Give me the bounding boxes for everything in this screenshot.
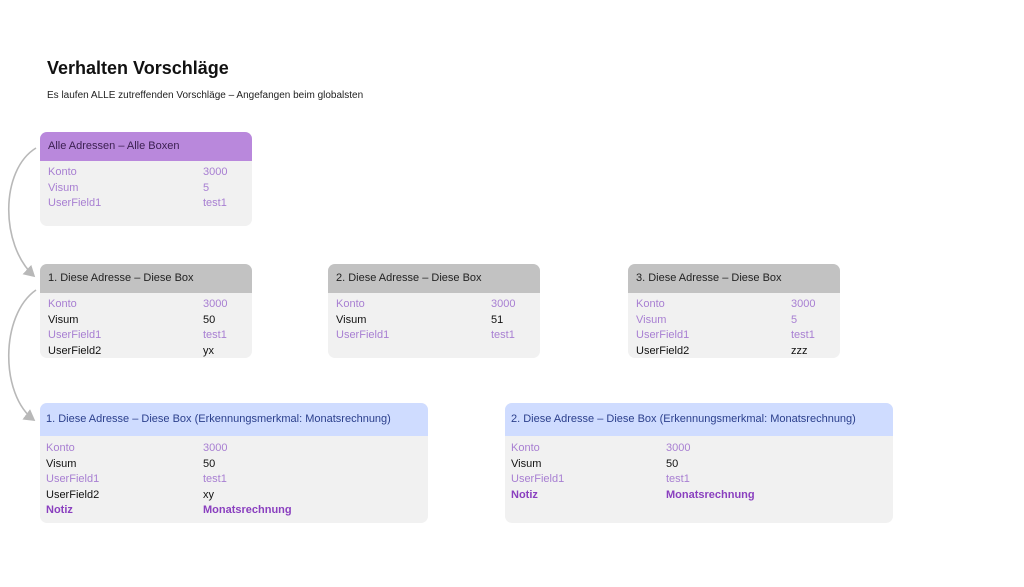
table-row: Visum 50 bbox=[46, 457, 428, 473]
table-row: UserField1 test1 bbox=[511, 472, 893, 488]
field-key: Visum bbox=[48, 181, 79, 194]
table-row: UserField1 test1 bbox=[636, 328, 840, 344]
field-value: test1 bbox=[666, 473, 690, 485]
field-key: Konto bbox=[511, 442, 540, 454]
field-key: Konto bbox=[48, 166, 77, 178]
field-value: yx bbox=[203, 344, 214, 357]
table-row: Konto 3000 bbox=[46, 441, 428, 457]
box-all-addresses: Alle Adressen – Alle Boxen Konto 3000 Vis… bbox=[40, 132, 252, 226]
table-row: Visum 50 bbox=[48, 313, 252, 329]
field-key: Konto bbox=[636, 298, 665, 310]
box-address-3: 3. Diese Adresse – Diese Box Konto 3000 V… bbox=[628, 264, 840, 358]
table-row: Konto 3000 bbox=[48, 165, 252, 181]
field-value: 50 bbox=[203, 313, 216, 326]
box-feature-2: 2. Diese Adresse – Diese Box (Erkennungs… bbox=[505, 403, 893, 523]
field-value: Monatsrechnung bbox=[666, 488, 755, 501]
box-header: 3. Diese Adresse – Diese Box bbox=[628, 264, 840, 293]
field-value: 5 bbox=[203, 181, 210, 194]
arrow-box1-to-feature1 bbox=[8, 289, 37, 421]
field-key: Visum bbox=[636, 313, 667, 326]
table-row: Visum 51 bbox=[336, 313, 540, 329]
field-key: Visum bbox=[46, 457, 77, 470]
table-row: Visum 5 bbox=[636, 313, 840, 329]
field-value: test1 bbox=[791, 329, 815, 341]
field-key: Notiz bbox=[511, 488, 538, 501]
field-value: 3000 bbox=[791, 298, 816, 310]
field-value: 51 bbox=[491, 313, 504, 326]
field-value: zzz bbox=[791, 344, 808, 357]
table-row: Visum 50 bbox=[511, 457, 893, 473]
field-value: 3000 bbox=[666, 442, 691, 454]
field-value: test1 bbox=[203, 329, 227, 341]
field-key: UserField1 bbox=[46, 473, 100, 485]
table-row: Visum 5 bbox=[48, 181, 252, 197]
field-key: UserField1 bbox=[636, 329, 690, 341]
field-key: Visum bbox=[336, 313, 367, 326]
table-row: UserField1 test1 bbox=[48, 328, 252, 344]
box-header: 1. Diese Adresse – Diese Box bbox=[40, 264, 252, 293]
field-key: UserField1 bbox=[511, 473, 565, 485]
table-row: Konto 3000 bbox=[511, 441, 893, 457]
field-value: 5 bbox=[791, 313, 798, 326]
table-row: Notiz Monatsrechnung bbox=[511, 488, 893, 504]
box-address-1: 1. Diese Adresse – Diese Box Konto 3000 V… bbox=[40, 264, 252, 358]
table-row: UserField2 xy bbox=[46, 488, 428, 504]
arrow-global-to-box1 bbox=[8, 147, 37, 278]
box-header: 1. Diese Adresse – Diese Box (Erkennungs… bbox=[40, 403, 428, 436]
field-key: Konto bbox=[46, 442, 75, 454]
table-row: Konto 3000 bbox=[336, 297, 540, 313]
field-value: 50 bbox=[666, 457, 679, 470]
field-key: Visum bbox=[48, 313, 79, 326]
field-value: 50 bbox=[203, 457, 216, 470]
box-address-2: 2. Diese Adresse – Diese Box Konto 3000 V… bbox=[328, 264, 540, 358]
field-value: Monatsrechnung bbox=[203, 504, 292, 516]
table-row: Notiz Monatsrechnung bbox=[46, 503, 428, 519]
field-value: 3000 bbox=[203, 166, 228, 178]
box-feature-1: 1. Diese Adresse – Diese Box (Erkennungs… bbox=[40, 403, 428, 523]
field-value: test1 bbox=[491, 329, 515, 341]
field-key: UserField2 bbox=[48, 344, 102, 357]
field-value: test1 bbox=[203, 197, 227, 209]
field-key: Visum bbox=[511, 457, 542, 470]
table-row: UserField1 test1 bbox=[48, 196, 252, 212]
field-key: Konto bbox=[336, 298, 365, 310]
field-key: UserField2 bbox=[636, 344, 690, 357]
field-key: Konto bbox=[48, 298, 77, 310]
field-value: 3000 bbox=[203, 442, 228, 454]
field-value: test1 bbox=[203, 473, 227, 485]
field-key: Notiz bbox=[46, 504, 73, 516]
box-header: Alle Adressen – Alle Boxen bbox=[40, 132, 252, 161]
field-key: UserField1 bbox=[336, 329, 390, 341]
field-value: 3000 bbox=[203, 298, 228, 310]
box-header: 2. Diese Adresse – Diese Box (Erkennungs… bbox=[505, 403, 893, 436]
field-value: 3000 bbox=[491, 298, 516, 310]
field-value: xy bbox=[203, 488, 214, 501]
field-key: UserField1 bbox=[48, 197, 102, 209]
table-row: Konto 3000 bbox=[636, 297, 840, 313]
table-row: UserField2 yx bbox=[48, 344, 252, 359]
table-row: UserField1 test1 bbox=[336, 328, 540, 344]
field-key: UserField2 bbox=[46, 488, 100, 501]
field-key: UserField1 bbox=[48, 329, 102, 341]
table-row: Konto 3000 bbox=[48, 297, 252, 313]
box-header: 2. Diese Adresse – Diese Box bbox=[328, 264, 540, 293]
table-row: UserField2 zzz bbox=[636, 344, 840, 359]
table-row: UserField1 test1 bbox=[46, 472, 428, 488]
